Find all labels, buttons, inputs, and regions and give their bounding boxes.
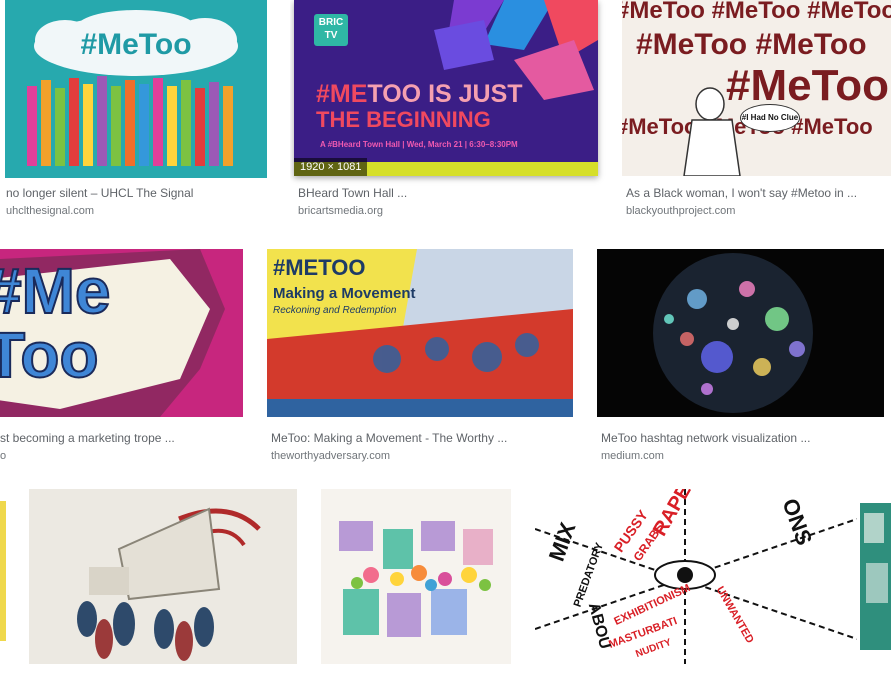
result-thumbnail-bric[interactable]: BRIC TV #METOO IS JUST THE BEGINNING A #… — [294, 0, 598, 176]
result-thumbnail-wordart[interactable]: MIX RAPE PUSSY GRABS EXHIBITIONISM MASTU… — [535, 489, 857, 664]
headline-rest: TOO IS JUST — [367, 80, 523, 108]
result-title[interactable]: MeToo: Making a Movement - The Worthy ..… — [271, 431, 571, 446]
result-thumbnail-megaphone[interactable] — [29, 489, 297, 664]
headline-me: #ME — [316, 80, 368, 108]
bric-tv-logo: BRIC TV — [314, 14, 348, 46]
image-hashtag-text: #MeToo — [80, 28, 192, 61]
worthy-subheading: Reckoning and Redemption — [273, 305, 397, 316]
result-thumbnail-worthy[interactable]: #METOO Making a Movement Reckoning and R… — [267, 249, 573, 417]
result-source[interactable]: theworthyadversary.com — [271, 449, 571, 463]
result-source[interactable]: uhclthesignal.com — [6, 204, 274, 218]
worthy-heading: Making a Movement — [273, 285, 416, 302]
result-card-worthy[interactable]: #METOO Making a Movement Reckoning and R… — [262, 245, 582, 465]
logo-text-line1: BRIC — [318, 17, 344, 28]
result-card-partial-right[interactable] — [860, 489, 891, 675]
raised-hands-illustration — [27, 76, 233, 166]
result-source[interactable]: o — [0, 449, 250, 463]
result-card-megaphone[interactable] — [28, 489, 298, 675]
result-thumbnail-blackyouth[interactable]: #MeToo #MeToo #MeToo #MeToo #MeToo #MeTo… — [622, 0, 891, 176]
headline-line2: THE BEGINNING — [316, 107, 491, 132]
result-card-blackyouth[interactable]: #MeToo #MeToo #MeToo #MeToo #MeToo #MeTo… — [620, 0, 891, 225]
worthy-hashtag: #METOO — [273, 255, 366, 280]
headline-subline: A #BHeard Town Hall | Wed, March 21 | 6:… — [320, 140, 518, 149]
result-title[interactable]: BHeard Town Hall ... — [298, 186, 598, 201]
result-source[interactable]: blackyouthproject.com — [626, 204, 888, 218]
result-title[interactable]: st becoming a marketing trope ... — [0, 431, 250, 446]
result-card-marketing[interactable]: #Me Too st becoming a marketing trope ..… — [0, 245, 252, 465]
result-card-flowers[interactable] — [318, 489, 516, 675]
result-title[interactable]: MeToo hashtag network visualization ... — [601, 431, 886, 446]
thinking-figure-illustration — [683, 87, 741, 176]
result-card-bric[interactable]: BRIC TV #METOO IS JUST THE BEGINNING A #… — [290, 0, 610, 225]
logo-text-line2: TV — [324, 30, 338, 41]
result-thumbnail-uhcl[interactable]: #MeToo — [5, 0, 267, 178]
result-thumbnail-partial-left[interactable] — [0, 501, 6, 641]
result-thumbnail-marketing[interactable]: #Me Too — [0, 249, 243, 417]
image-dimensions-badge: 1920 × 1081 — [294, 158, 368, 176]
result-title[interactable]: no longer silent – UHCL The Signal — [6, 186, 274, 201]
result-title[interactable]: As a Black woman, I won't say #Metoo in … — [626, 186, 888, 201]
result-thumbnail-flowers[interactable] — [321, 489, 511, 664]
result-thumbnail-partial-right[interactable] — [860, 503, 891, 650]
result-source[interactable]: medium.com — [601, 449, 886, 463]
result-card-uhcl[interactable]: #MeToo no longer silent – UHCL The Signa… — [0, 0, 280, 225]
headline-line1: #METOO IS JUST — [316, 80, 523, 108]
result-card-medium[interactable]: MeToo hashtag network visualization ... … — [592, 245, 891, 465]
result-card-partial-left[interactable] — [0, 489, 8, 664]
burst-hashtag-text: #Me Too — [0, 255, 112, 391]
result-source[interactable]: bricartsmedia.org — [298, 204, 598, 218]
result-card-wordart[interactable]: MIX RAPE PUSSY GRABS EXHIBITIONISM MASTU… — [530, 489, 860, 675]
result-thumbnail-medium[interactable] — [597, 249, 884, 417]
speech-bubble: #I Had No Clue — [740, 104, 800, 132]
